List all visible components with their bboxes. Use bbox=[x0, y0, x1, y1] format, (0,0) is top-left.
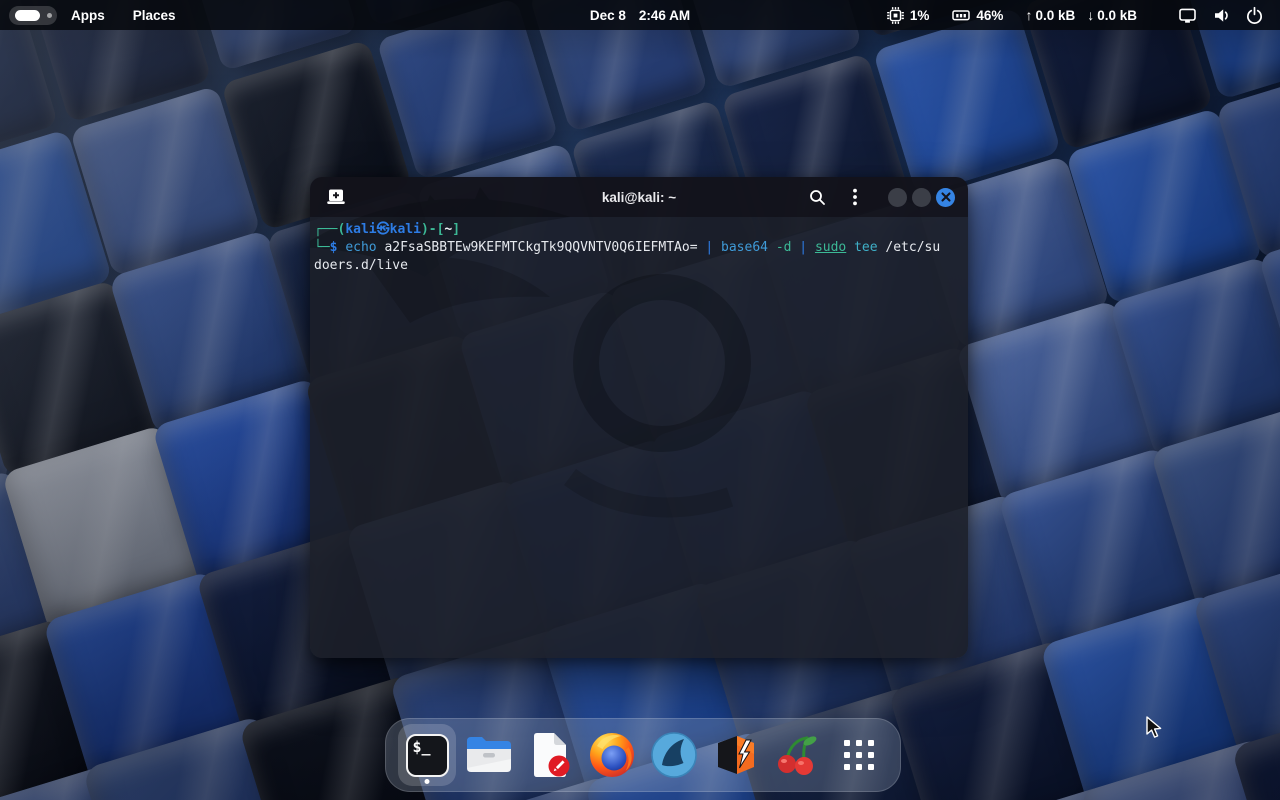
dock-item-wireshark[interactable] bbox=[645, 724, 703, 786]
network-icon[interactable] bbox=[1177, 6, 1198, 25]
wireshark-icon bbox=[650, 731, 698, 779]
power-icon[interactable] bbox=[1245, 6, 1264, 25]
desktop: Apps Places Dec 8 2:46 AM 1% bbox=[0, 0, 1280, 800]
memory-icon bbox=[951, 6, 971, 25]
terminal-window: kali@kali: ~ bbox=[310, 177, 968, 658]
workspace-indicator[interactable] bbox=[9, 6, 57, 25]
terminal-text: ┌──(kali㉿kali)-[~]└─$ echo a2FsaSBBTEw9K… bbox=[314, 221, 964, 275]
app-grid-icon bbox=[843, 739, 875, 771]
dock-item-cherrytree[interactable] bbox=[768, 724, 826, 786]
workspace-active-pill bbox=[15, 10, 40, 21]
volume-icon[interactable] bbox=[1212, 6, 1231, 25]
apps-menu[interactable]: Apps bbox=[57, 0, 119, 30]
new-tab-button[interactable] bbox=[324, 185, 348, 209]
clock-date: Dec 8 bbox=[590, 8, 626, 23]
top-bar: Apps Places Dec 8 2:46 AM 1% bbox=[0, 0, 1280, 30]
net-down-arrow-icon: ↓ bbox=[1087, 7, 1094, 23]
files-icon bbox=[465, 734, 513, 776]
cpu-percent: 1% bbox=[910, 8, 930, 23]
clock[interactable]: Dec 8 2:46 AM bbox=[590, 0, 690, 30]
terminal-screen[interactable]: ┌──(kali㉿kali)-[~]└─$ echo a2FsaSBBTEw9K… bbox=[310, 217, 968, 658]
cherrytree-icon bbox=[773, 731, 821, 779]
maximize-button[interactable] bbox=[912, 188, 931, 207]
dock: $_ bbox=[385, 718, 901, 792]
net-up-value: 0.0 kB bbox=[1035, 8, 1075, 23]
text-editor-icon bbox=[529, 731, 571, 779]
terminal-titlebar[interactable]: kali@kali: ~ bbox=[310, 177, 968, 217]
dock-item-app-grid[interactable] bbox=[830, 724, 888, 786]
workspace-dot bbox=[47, 13, 52, 18]
running-indicator bbox=[425, 779, 430, 784]
mouse-cursor bbox=[1146, 716, 1164, 740]
close-button[interactable] bbox=[936, 188, 955, 207]
dock-item-terminal[interactable]: $_ bbox=[398, 724, 456, 786]
cpu-icon bbox=[886, 6, 905, 25]
terminal-icon: $_ bbox=[406, 734, 449, 777]
dock-item-burpsuite[interactable] bbox=[707, 724, 765, 786]
firefox-icon bbox=[588, 731, 636, 779]
clock-time: 2:46 AM bbox=[639, 8, 690, 23]
minimize-button[interactable] bbox=[888, 188, 907, 207]
dock-item-firefox[interactable] bbox=[583, 724, 641, 786]
dock-item-files[interactable] bbox=[460, 724, 518, 786]
system-indicators[interactable]: 1% 46% ↑ 0.0 kB ↓ 0.0 kB bbox=[886, 0, 1280, 30]
search-icon[interactable] bbox=[805, 185, 829, 209]
net-up-arrow-icon: ↑ bbox=[1025, 7, 1032, 23]
memory-percent: 46% bbox=[976, 8, 1003, 23]
burpsuite-icon bbox=[713, 732, 759, 778]
dock-item-text-editor[interactable] bbox=[521, 724, 579, 786]
net-down-value: 0.0 kB bbox=[1097, 8, 1137, 23]
places-menu[interactable]: Places bbox=[119, 0, 190, 30]
menu-kebab-icon[interactable] bbox=[843, 185, 867, 209]
